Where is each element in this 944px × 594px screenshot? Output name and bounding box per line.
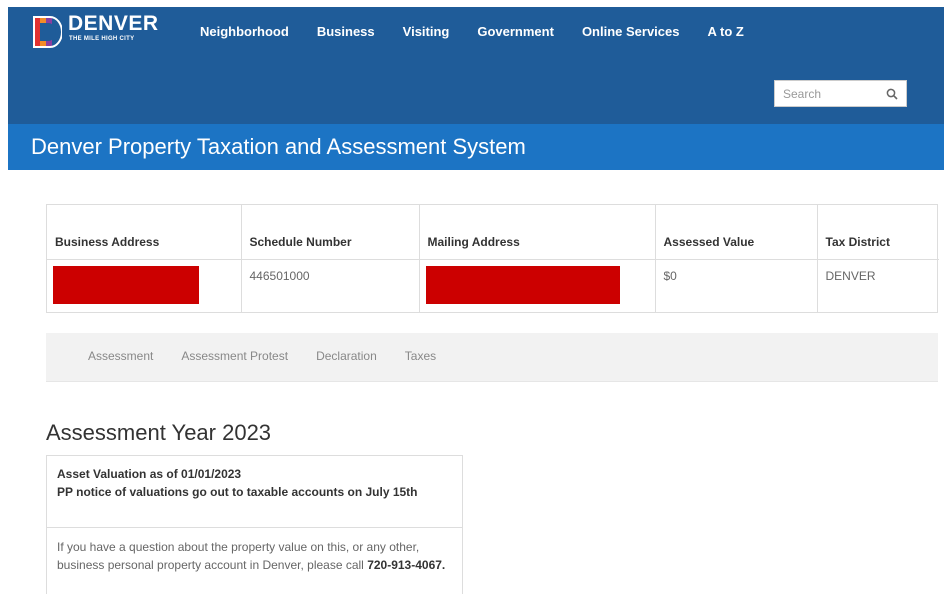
section-tabs-bar: Assessment Assessment Protest Declaratio… <box>46 333 938 382</box>
search-box <box>774 80 907 107</box>
tab-declaration[interactable]: Declaration <box>316 349 377 363</box>
property-summary-table: Business Address Schedule Number Mailing… <box>46 204 939 313</box>
search-input[interactable] <box>775 81 875 106</box>
phone-number: 720-913-4067. <box>367 558 446 572</box>
tab-assessment[interactable]: Assessment <box>88 349 153 363</box>
nav-a-to-z[interactable]: A to Z <box>708 23 744 41</box>
panel-body-text: If you have a question about the propert… <box>57 540 420 572</box>
nav-business[interactable]: Business <box>317 23 375 41</box>
tab-taxes[interactable]: Taxes <box>405 349 436 363</box>
panel-header: Asset Valuation as of 01/01/2023 PP noti… <box>47 456 462 528</box>
search-icon[interactable] <box>884 86 900 102</box>
logo-name: DENVER <box>68 12 159 35</box>
redacted-mailing-address <box>425 265 620 304</box>
nav-neighborhood[interactable]: Neighborhood <box>200 23 289 41</box>
cell-business-address <box>47 259 241 312</box>
tab-assessment-protest[interactable]: Assessment Protest <box>181 349 288 363</box>
assessment-year-heading: Assessment Year 2023 <box>46 420 272 445</box>
logo-tagline: THE MILE HIGH CITY <box>69 36 135 42</box>
cell-mailing-address <box>418 259 655 312</box>
site-header: DENVER THE MILE HIGH CITY Neighborhood B… <box>8 7 944 124</box>
nav-visiting[interactable]: Visiting <box>403 23 450 41</box>
header-tax-district: Tax District <box>816 205 939 260</box>
denver-logo[interactable]: DENVER THE MILE HIGH CITY <box>32 13 159 57</box>
table-row: 446501000 $0 DENVER <box>47 259 939 312</box>
nav-government[interactable]: Government <box>477 23 554 41</box>
header-assessed-value: Assessed Value <box>654 205 817 260</box>
cell-tax-district: DENVER <box>816 259 939 312</box>
panel-body: If you have a question about the propert… <box>47 528 462 584</box>
asset-valuation-panel: Asset Valuation as of 01/01/2023 PP noti… <box>46 455 463 594</box>
panel-title-line1: Asset Valuation as of 01/01/2023 <box>57 467 242 481</box>
cell-schedule-number: 446501000 <box>240 259 419 312</box>
main-nav: Neighborhood Business Visiting Governmen… <box>200 23 772 41</box>
denver-logo-icon <box>32 13 62 49</box>
header-schedule-number: Schedule Number <box>240 205 419 260</box>
page: DENVER THE MILE HIGH CITY Neighborhood B… <box>0 0 944 594</box>
header-mailing-address: Mailing Address <box>418 205 655 260</box>
page-title: Denver Property Taxation and Assessment … <box>31 134 526 159</box>
panel-title-line2: PP notice of valuations go out to taxabl… <box>57 485 418 499</box>
nav-online-services[interactable]: Online Services <box>582 23 680 41</box>
redacted-business-address <box>53 265 199 304</box>
cell-assessed-value: $0 <box>654 259 817 312</box>
table-header-row: Business Address Schedule Number Mailing… <box>47 205 939 260</box>
header-business-address: Business Address <box>47 205 241 260</box>
title-band: Denver Property Taxation and Assessment … <box>8 124 944 170</box>
